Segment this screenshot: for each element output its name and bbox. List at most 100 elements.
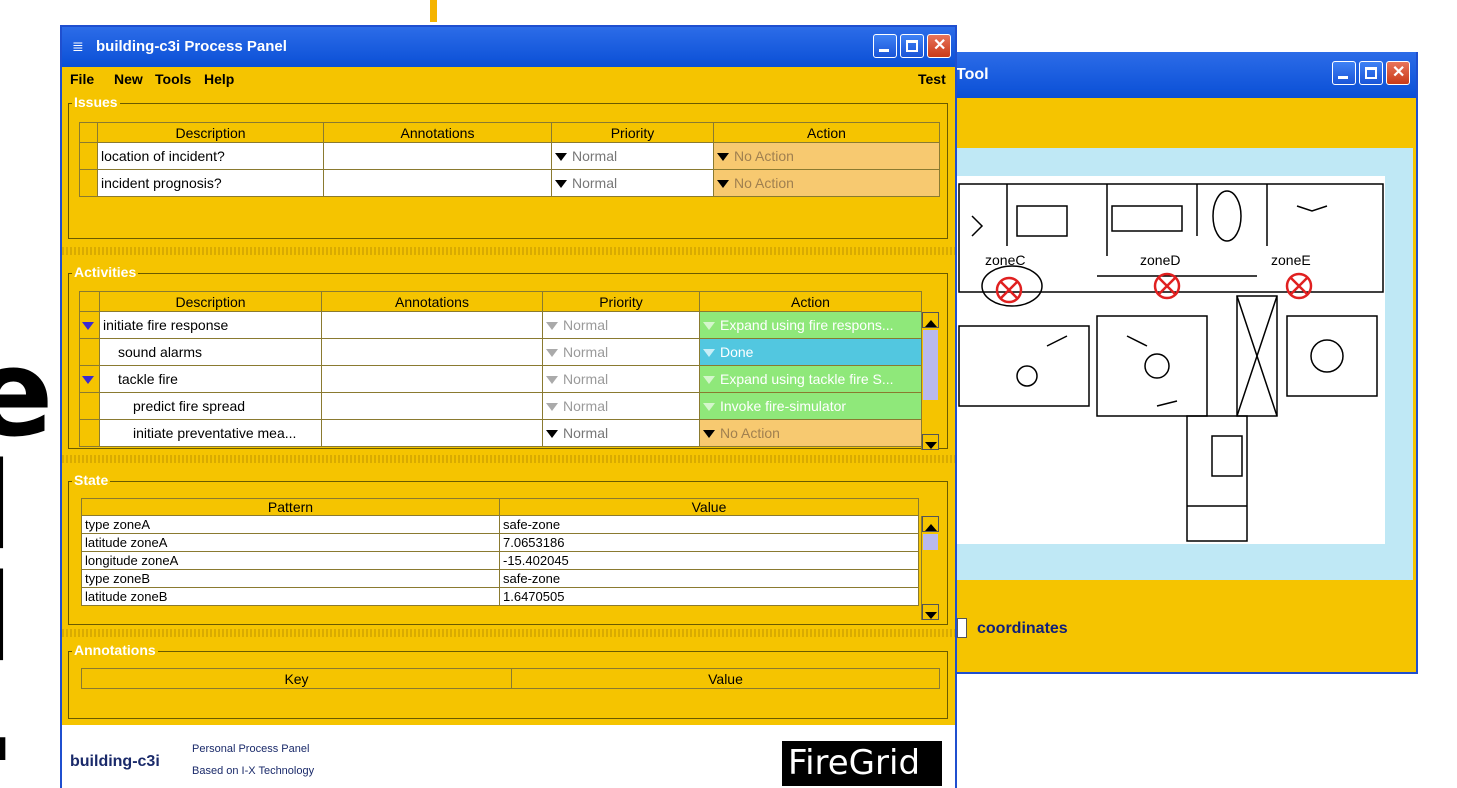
table-row[interactable]: latitude zoneB 1.6470505	[81, 587, 919, 606]
state-value[interactable]: safe-zone	[499, 569, 919, 588]
tool-window[interactable]: Tool ✕ zoneC zoneD zoneE coordinates	[930, 52, 1418, 674]
expand-triangle-icon[interactable]	[82, 376, 94, 385]
menu-file[interactable]: File	[70, 71, 94, 87]
activity-priority-value: Normal	[563, 317, 609, 333]
issue-priority[interactable]: Normal	[551, 169, 714, 197]
activity-priority[interactable]: Normal	[542, 338, 700, 366]
table-row[interactable]: predict fire spread Normal Invoke fire-s…	[79, 392, 922, 420]
splitter[interactable]	[62, 247, 955, 255]
maximize-button[interactable]	[900, 34, 924, 58]
activities-header-annotations[interactable]: Annotations	[321, 291, 543, 312]
activity-description[interactable]: sound alarms	[99, 338, 322, 366]
dropdown-icon	[703, 403, 715, 412]
activity-description[interactable]: initiate fire response	[99, 311, 322, 339]
activity-priority[interactable]: Normal	[542, 365, 700, 393]
minimize-button[interactable]	[873, 34, 897, 58]
issues-header-priority[interactable]: Priority	[551, 122, 714, 143]
activity-description[interactable]: initiate preventative mea...	[99, 419, 322, 447]
tool-window-titlebar[interactable]: Tool ✕	[932, 52, 1416, 98]
menu-test[interactable]: Test	[918, 71, 946, 87]
activity-action[interactable]: Expand using tackle fire S...	[699, 365, 922, 393]
table-row[interactable]: tackle fire Normal Expand using tackle f…	[79, 365, 922, 393]
scroll-thumb[interactable]	[923, 534, 938, 550]
activity-priority[interactable]: Normal	[542, 392, 700, 420]
activity-priority[interactable]: Normal	[542, 419, 700, 447]
splitter[interactable]	[62, 455, 955, 463]
table-row[interactable]: initiate fire response Normal Expand usi…	[79, 311, 922, 339]
state-pattern[interactable]: type zoneB	[81, 569, 500, 588]
splitter[interactable]	[62, 629, 955, 637]
process-panel-window[interactable]: ≣ building-c3i Process Panel ✕ File New …	[60, 25, 957, 788]
row-marker[interactable]	[79, 311, 100, 339]
scroll-up-button[interactable]	[922, 312, 939, 328]
activity-annotations[interactable]	[321, 392, 543, 420]
table-row[interactable]: type zoneA safe-zone	[81, 515, 919, 534]
close-icon: ✕	[1392, 64, 1406, 81]
close-button[interactable]: ✕	[1386, 61, 1410, 85]
activity-description[interactable]: predict fire spread	[99, 392, 322, 420]
activities-scrollbar[interactable]	[921, 312, 939, 450]
row-marker[interactable]	[79, 365, 100, 393]
issue-annotations[interactable]	[323, 169, 552, 197]
table-row[interactable]: sound alarms Normal Done	[79, 338, 922, 366]
activities-header-action[interactable]: Action	[699, 291, 922, 312]
table-row[interactable]: location of incident? Normal No Action	[79, 142, 940, 170]
activity-annotations[interactable]	[321, 365, 543, 393]
activities-header-priority[interactable]: Priority	[542, 291, 700, 312]
state-value[interactable]: 1.6470505	[499, 587, 919, 606]
scroll-down-button[interactable]	[922, 604, 939, 620]
state-pattern[interactable]: longitude zoneA	[81, 551, 500, 570]
table-row[interactable]: incident prognosis? Normal No Action	[79, 169, 940, 197]
issue-priority[interactable]: Normal	[551, 142, 714, 170]
issues-header-action[interactable]: Action	[713, 122, 940, 143]
close-button[interactable]: ✕	[927, 34, 951, 58]
issues-header-description[interactable]: Description	[97, 122, 324, 143]
scroll-thumb[interactable]	[923, 330, 938, 400]
maximize-button[interactable]	[1359, 61, 1383, 85]
menu-new[interactable]: New	[114, 71, 143, 87]
state-value[interactable]: -15.402045	[499, 551, 919, 570]
state-pattern[interactable]: latitude zoneA	[81, 533, 500, 552]
activity-action[interactable]: Invoke fire-simulator	[699, 392, 922, 420]
issue-action[interactable]: No Action	[713, 169, 940, 197]
annotations-header-value[interactable]: Value	[511, 668, 940, 689]
minimize-button[interactable]	[1332, 61, 1356, 85]
state-scrollbar[interactable]	[921, 516, 939, 620]
annotations-header-key[interactable]: Key	[81, 668, 512, 689]
issue-annotations[interactable]	[323, 142, 552, 170]
process-panel-titlebar[interactable]: ≣ building-c3i Process Panel ✕	[62, 27, 955, 67]
activity-action[interactable]: Expand using fire respons...	[699, 311, 922, 339]
issue-description[interactable]: incident prognosis?	[97, 169, 324, 197]
scroll-up-button[interactable]	[922, 516, 939, 532]
activity-description[interactable]: tackle fire	[99, 365, 322, 393]
menu-help[interactable]: Help	[204, 71, 234, 87]
state-pattern[interactable]: latitude zoneB	[81, 587, 500, 606]
state-value[interactable]: 7.0653186	[499, 533, 919, 552]
menu-tools[interactable]: Tools	[155, 71, 191, 87]
table-row[interactable]: longitude zoneA -15.402045	[81, 551, 919, 570]
expand-triangle-icon[interactable]	[82, 322, 94, 331]
issues-header-annotations[interactable]: Annotations	[323, 122, 552, 143]
table-row[interactable]: type zoneB safe-zone	[81, 569, 919, 588]
coordinates-field[interactable]	[957, 618, 967, 638]
activity-action[interactable]: No Action	[699, 419, 922, 447]
floor-plan-map[interactable]: zoneC zoneD zoneE	[957, 176, 1385, 544]
table-row[interactable]: latitude zoneA 7.0653186	[81, 533, 919, 552]
app-menu-icon[interactable]: ≣	[72, 38, 84, 55]
state-header-pattern[interactable]: Pattern	[81, 498, 500, 516]
table-row[interactable]: initiate preventative mea... Normal No A…	[79, 419, 922, 447]
activity-annotations[interactable]	[321, 311, 543, 339]
state-header-value[interactable]: Value	[499, 498, 919, 516]
issue-action[interactable]: No Action	[713, 142, 940, 170]
firegrid-logo: FireGrid	[782, 741, 942, 786]
activities-header-description[interactable]: Description	[99, 291, 322, 312]
activity-annotations[interactable]	[321, 338, 543, 366]
activity-annotations[interactable]	[321, 419, 543, 447]
dropdown-icon	[703, 430, 715, 439]
activity-action[interactable]: Done	[699, 338, 922, 366]
state-pattern[interactable]: type zoneA	[81, 515, 500, 534]
activity-priority[interactable]: Normal	[542, 311, 700, 339]
scroll-down-button[interactable]	[922, 434, 939, 450]
issue-description[interactable]: location of incident?	[97, 142, 324, 170]
state-value[interactable]: safe-zone	[499, 515, 919, 534]
